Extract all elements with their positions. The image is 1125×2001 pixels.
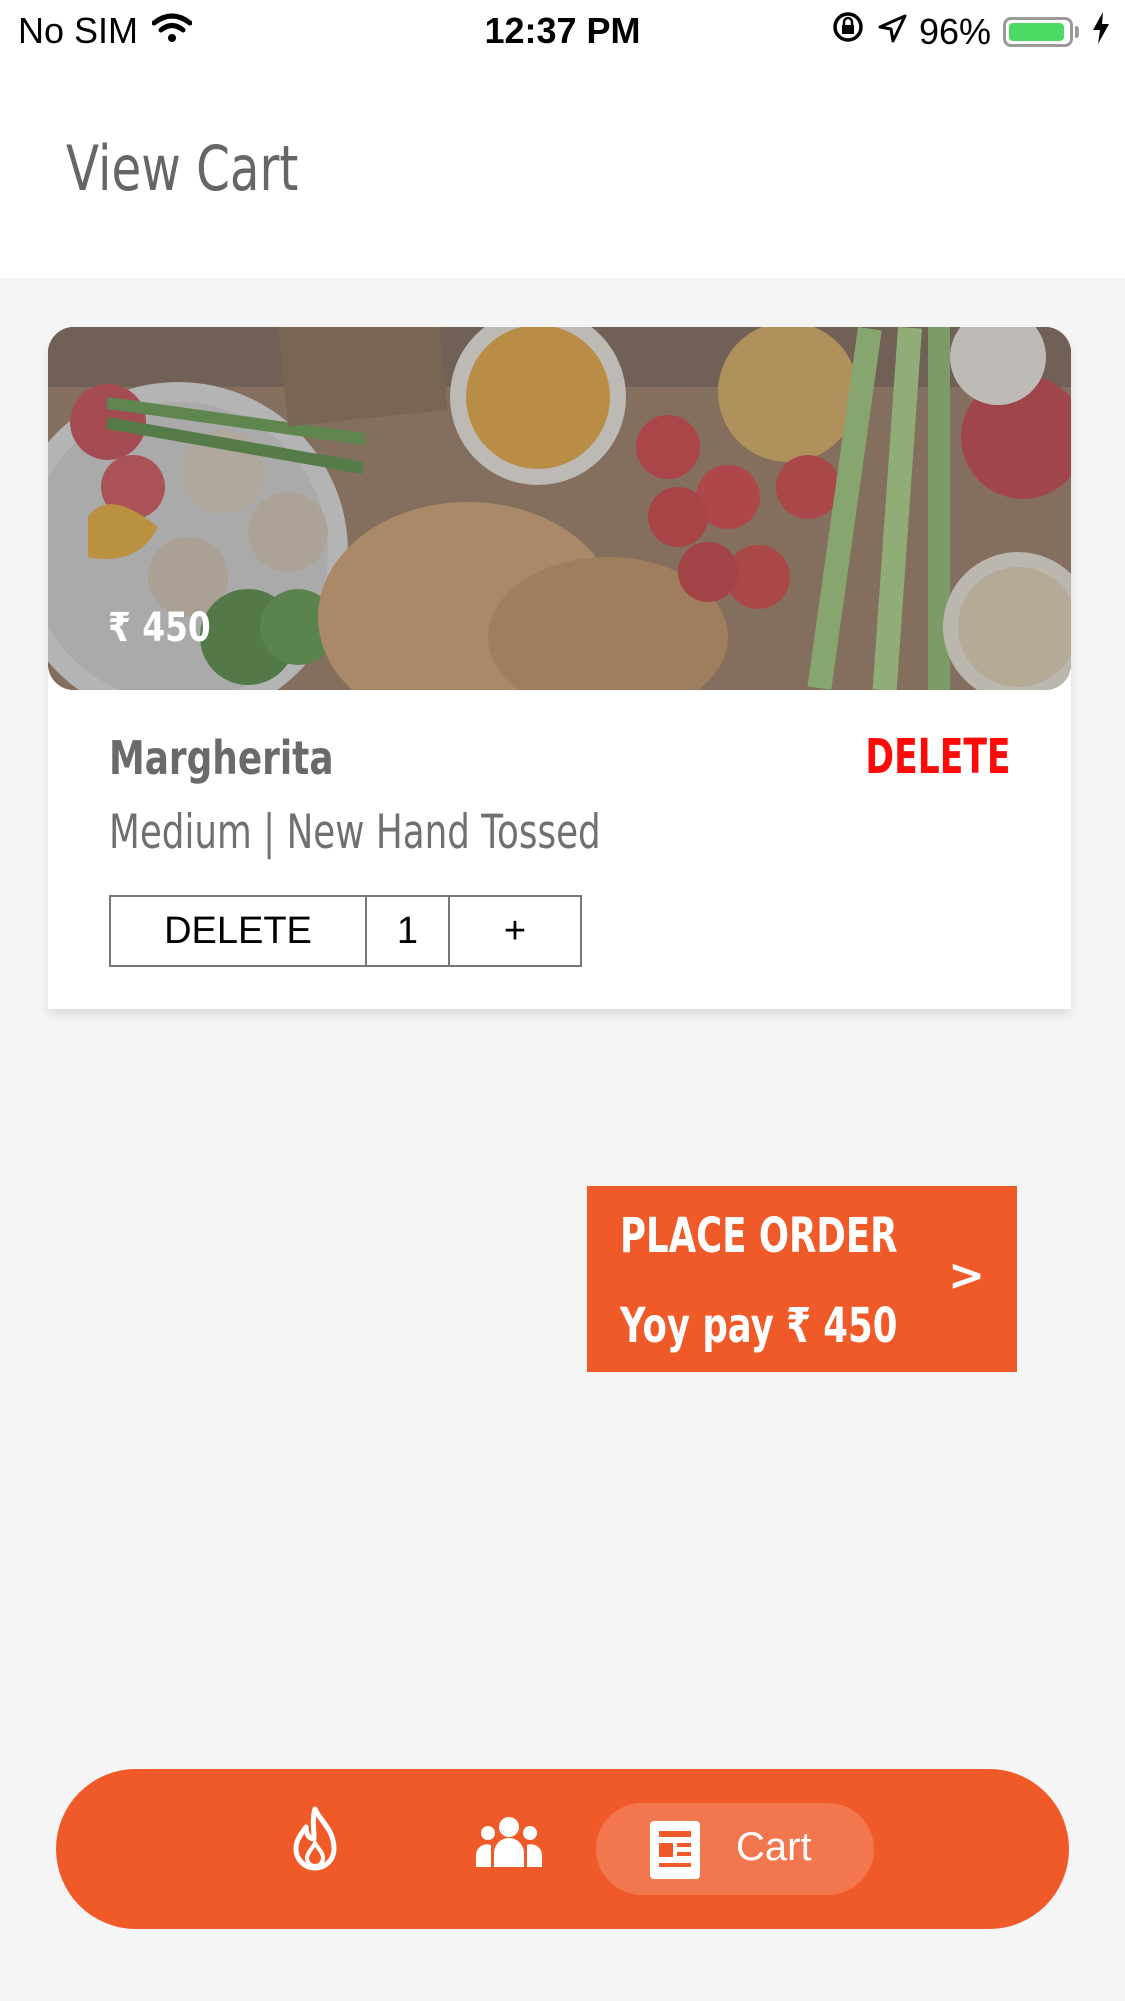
status-right: 96% [831, 10, 1111, 53]
item-options: Medium | New Hand Tossed [109, 805, 601, 860]
battery-fill [1009, 22, 1065, 41]
place-order-button[interactable]: PLACE ORDER Yoy pay ₹ 450 > [587, 1186, 1017, 1372]
nav-item-cart[interactable]: Cart [596, 1803, 874, 1895]
delete-item-button[interactable]: DELETE [866, 729, 1011, 785]
cart-item-card: ₹ 450 Margherita DELETE Medium | New Han… [48, 327, 1071, 1009]
receipt-icon [650, 1821, 700, 1884]
quantity-increment-button[interactable]: + [450, 897, 580, 965]
battery-percent: 96% [918, 10, 991, 52]
bottom-nav: Cart [56, 1769, 1069, 1929]
quantity-decrement-button[interactable]: DELETE [111, 897, 367, 965]
status-bar: No SIM 12:37 PM 96% [0, 0, 1125, 60]
place-order-amount: Yoy pay ₹ 450 [620, 1298, 898, 1354]
chevron-right-icon: > [948, 1250, 985, 1301]
fire-icon [284, 1806, 346, 1879]
header: View Cart [0, 60, 1125, 278]
nav-item-team[interactable] [476, 1813, 542, 1869]
place-order-title: PLACE ORDER [620, 1208, 898, 1264]
quantity-value: 1 [367, 897, 450, 965]
charging-bolt-icon [1091, 11, 1111, 53]
item-name: Margherita [109, 731, 334, 785]
nav-item-trending[interactable] [284, 1805, 346, 1875]
location-arrow-icon [877, 11, 907, 53]
quantity-stepper: DELETE 1 + [109, 895, 582, 967]
item-price: ₹ 450 [108, 605, 211, 651]
page-title: View Cart [66, 132, 299, 205]
grocery-food-photo: ₹ 450 [48, 327, 1071, 690]
rotation-lock-icon [831, 10, 865, 53]
battery-icon [1003, 16, 1073, 47]
battery-tip [1075, 25, 1079, 38]
nav-item-cart-label: Cart [736, 1825, 812, 1869]
team-icon [476, 1817, 542, 1873]
